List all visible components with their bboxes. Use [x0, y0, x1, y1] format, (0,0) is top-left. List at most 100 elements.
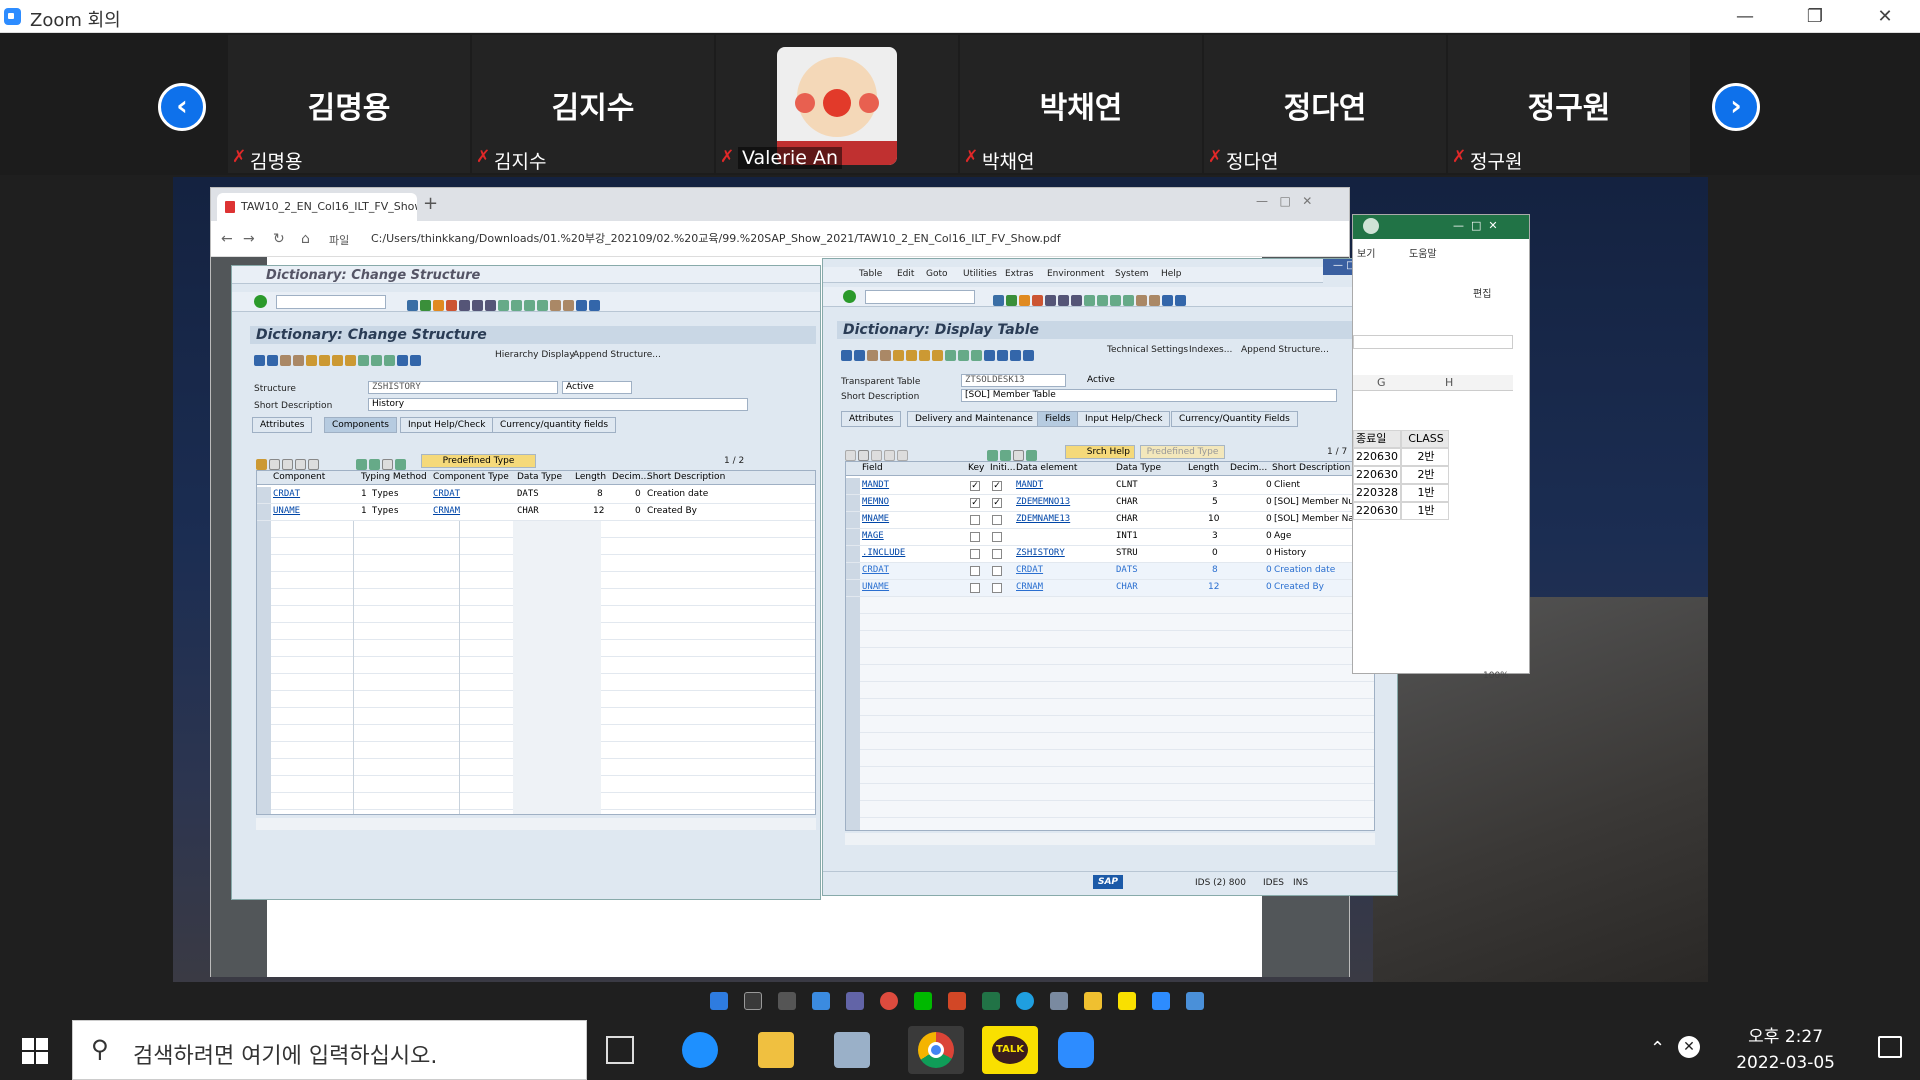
typing-method-cell[interactable]: 1 Types — [361, 506, 399, 516]
key-checkbox[interactable]: ✓ — [970, 481, 980, 491]
standard-toolbar-icons[interactable] — [993, 290, 1188, 309]
key-checkbox[interactable]: ✓ — [970, 498, 980, 508]
back-icon[interactable]: ← — [221, 231, 233, 247]
minimize-button[interactable]: — — [1710, 0, 1780, 33]
append-structure-button[interactable]: Append Structure... — [1241, 345, 1329, 355]
forward-icon[interactable]: → — [243, 231, 255, 247]
tab-fields[interactable]: Fields — [1037, 411, 1079, 427]
field-cell[interactable]: UNAME — [862, 582, 889, 592]
field-cell[interactable]: MANDT — [862, 480, 889, 490]
initial-checkbox[interactable] — [992, 566, 1002, 576]
system-info[interactable]: IDS (2) 800 — [1195, 878, 1246, 888]
table-row[interactable]: UNAME 1 Types CRNAM CHAR 12 0 Created By — [257, 504, 815, 521]
data-element-cell[interactable]: MANDT — [1016, 480, 1043, 490]
field-cell[interactable]: MNAME — [862, 514, 889, 524]
standard-toolbar-icons[interactable] — [407, 295, 602, 314]
app-toolbar-icons[interactable] — [254, 350, 423, 369]
tab-attributes[interactable]: Attributes — [252, 417, 313, 433]
table-row[interactable]: .INCLUDE ZSHISTORY STRU 0 0 History — [846, 546, 1374, 563]
kakaotalk-taskbar-button[interactable]: TALK — [982, 1026, 1038, 1074]
component-cell[interactable]: UNAME — [273, 506, 300, 516]
initial-checkbox[interactable] — [992, 515, 1002, 525]
predefined-type-button[interactable]: Predefined Type — [421, 454, 536, 468]
tab-attributes[interactable]: Attributes — [841, 411, 902, 427]
column-header-g[interactable]: G — [1377, 376, 1386, 389]
zoom-taskbar-button[interactable] — [1058, 1032, 1094, 1068]
menu-table[interactable]: Table — [859, 269, 882, 279]
enter-icon[interactable] — [843, 290, 856, 303]
internet-explorer-icon[interactable] — [682, 1032, 718, 1068]
initial-checkbox[interactable] — [992, 532, 1002, 542]
maximize-button[interactable]: ❐ — [1780, 0, 1850, 33]
indexes-button[interactable]: Indexes... — [1189, 345, 1232, 355]
cell[interactable]: 1반 — [1401, 502, 1449, 520]
close-circle-icon[interactable]: ✕ — [1678, 1036, 1700, 1058]
key-checkbox[interactable] — [970, 583, 980, 593]
enter-icon[interactable] — [254, 295, 267, 308]
column-header-h[interactable]: H — [1445, 376, 1453, 389]
key-checkbox[interactable] — [970, 515, 980, 525]
menu-environment[interactable]: Environment — [1047, 269, 1104, 279]
menu-help[interactable]: Help — [1161, 269, 1182, 279]
app-icon[interactable] — [834, 1032, 870, 1068]
field-cell[interactable]: .INCLUDE — [862, 548, 905, 558]
technical-settings-button[interactable]: Technical Settings — [1107, 345, 1188, 355]
cell[interactable]: 220630 — [1353, 448, 1401, 466]
browser-tab[interactable]: TAW10_2_EN_Col16_ILT_FV_Show — [217, 193, 417, 221]
component-type-cell[interactable]: CRNAM — [433, 506, 460, 516]
participant-tile[interactable]: 박채연 ✗ 박채연 — [960, 35, 1202, 173]
hierarchy-display-button[interactable]: Hierarchy Display — [495, 350, 575, 360]
command-field[interactable] — [276, 295, 386, 309]
component-cell[interactable]: CRDAT — [273, 489, 300, 499]
predefined-type-button[interactable]: Predefined Type — [1140, 445, 1225, 459]
url-input[interactable]: C:/Users/thinkkang/Downloads/01.%20부강_20… — [371, 228, 1331, 250]
menu-edit[interactable]: Edit — [897, 269, 914, 279]
close-button[interactable]: ✕ — [1850, 0, 1920, 33]
table-row[interactable]: MNAME ZDEMNAME13 CHAR 10 0 [SOL] Member Name — [846, 512, 1374, 529]
taskbar-search[interactable]: ⚲ 검색하려면 여기에 입력하십시오. — [72, 1020, 587, 1080]
new-tab-icon[interactable]: + — [423, 193, 438, 214]
append-structure-button[interactable]: Append Structure... — [573, 350, 661, 360]
typing-method-cell[interactable]: 1 Types — [361, 489, 399, 499]
cell[interactable]: 종료일 — [1353, 430, 1401, 448]
excel-window-controls[interactable]: — □ ✕ — [1453, 219, 1498, 232]
cell[interactable]: 2반 — [1401, 466, 1449, 484]
menu-goto[interactable]: Goto — [926, 269, 948, 279]
tab-input-help[interactable]: Input Help/Check — [1077, 411, 1171, 427]
reload-icon[interactable]: ↻ — [273, 231, 285, 247]
browser-window-controls[interactable]: — □ ✕ — [1256, 194, 1312, 208]
participant-tile[interactable]: 정다연 ✗ 정다연 — [1204, 35, 1446, 173]
tab-currency-quantity[interactable]: Currency/Quantity Fields — [1171, 411, 1298, 427]
tab-delivery-maintenance[interactable]: Delivery and Maintenance — [907, 411, 1041, 427]
chevron-up-icon[interactable]: ⌃ — [1650, 1038, 1665, 1059]
cell[interactable]: 220328 — [1353, 484, 1401, 502]
participant-tile[interactable]: 정구원 ✗ 정구원 — [1448, 35, 1690, 173]
horizontal-scrollbar[interactable] — [256, 818, 816, 830]
task-view-icon[interactable] — [606, 1036, 634, 1064]
command-field[interactable] — [865, 290, 975, 304]
cell[interactable]: 1반 — [1401, 484, 1449, 502]
key-checkbox[interactable] — [970, 549, 980, 559]
table-row[interactable]: MANDT ✓ ✓ MANDT CLNT 3 0 Client — [846, 478, 1374, 495]
app-toolbar-icons[interactable] — [841, 345, 1036, 364]
data-element-cell[interactable]: CRNAM — [1016, 582, 1043, 592]
data-element-cell[interactable]: ZSHISTORY — [1016, 548, 1065, 558]
data-element-cell[interactable]: ZDEMNAME13 — [1016, 514, 1070, 524]
component-type-cell[interactable]: CRDAT — [433, 489, 460, 499]
participant-tile[interactable]: 김명용 ✗ 김명용 — [228, 35, 470, 173]
menu-system[interactable]: System — [1115, 269, 1149, 279]
ribbon-tab-help[interactable]: 도움말 — [1409, 245, 1437, 260]
table-row[interactable]: MEMNO ✓ ✓ ZDEMEMNO13 CHAR 5 0 [SOL] Member Numb… — [846, 495, 1378, 512]
table-row[interactable]: MAGE INT1 3 0 Age — [846, 529, 1374, 546]
cell[interactable]: 220630 — [1353, 466, 1401, 484]
cell[interactable]: CLASS — [1401, 430, 1449, 448]
initial-checkbox[interactable]: ✓ — [992, 498, 1002, 508]
chrome-taskbar-button[interactable] — [908, 1026, 964, 1074]
tab-components[interactable]: Components — [324, 417, 397, 433]
key-checkbox[interactable] — [970, 532, 980, 542]
table-row[interactable]: CRDAT 1 Types CRDAT DATS 8 0 Creation da… — [257, 487, 815, 504]
initial-checkbox[interactable]: ✓ — [992, 481, 1002, 491]
zoom-level[interactable]: 100% — [1483, 671, 1509, 681]
field-cell[interactable]: CRDAT — [862, 565, 889, 575]
search-help-button[interactable]: Srch Help — [1065, 445, 1135, 459]
